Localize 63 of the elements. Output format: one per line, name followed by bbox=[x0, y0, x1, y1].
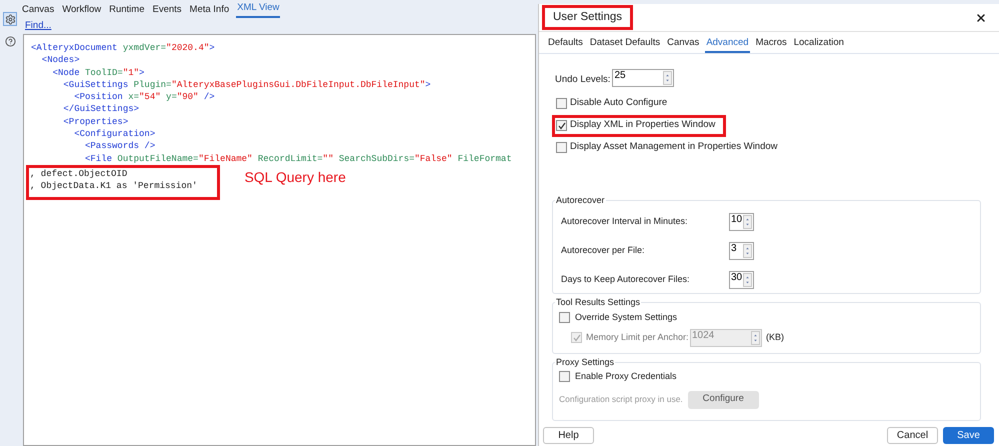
field-label: Autorecover Interval in Minutes: bbox=[561, 215, 689, 228]
group-title: Autorecover bbox=[555, 194, 606, 206]
tab[interactable]: Runtime bbox=[108, 2, 146, 18]
field-label: Days to Keep Autorecover Files: bbox=[561, 273, 691, 286]
checkbox[interactable] bbox=[556, 142, 567, 153]
code-line: <Properties> bbox=[62, 116, 130, 128]
proxy-note: Configuration script proxy in use. bbox=[559, 393, 683, 406]
checkbox[interactable] bbox=[556, 120, 567, 131]
checkbox[interactable] bbox=[559, 371, 570, 382]
checkbox-label: Enable Proxy Credentials bbox=[575, 370, 677, 383]
primary-button[interactable]: Save bbox=[943, 427, 994, 444]
unit-label: (KB) bbox=[766, 330, 784, 344]
code-line: , ObjectData.K1 as 'Permission' bbox=[30, 180, 198, 193]
spin-arrows-icon[interactable] bbox=[751, 330, 760, 344]
field-label: Autorecover per File: bbox=[561, 244, 646, 258]
code-line: <File OutputFileName="FileName" RecordLimit="" SearchSubDirs="False" FileFormat bbox=[84, 152, 513, 165]
code-line: <Passwords /> bbox=[84, 140, 156, 153]
help-icon[interactable] bbox=[3, 34, 17, 48]
checkbox[interactable] bbox=[559, 312, 570, 324]
tab[interactable]: Macros bbox=[754, 36, 788, 54]
find-link[interactable]: Find... bbox=[25, 18, 52, 34]
number-spinner[interactable]: 10 bbox=[729, 213, 754, 231]
tab[interactable]: Advanced bbox=[705, 36, 750, 54]
dialog-button[interactable]: Help bbox=[543, 427, 594, 444]
code-line: <GuiSettings Plugin="AlteryxBasePluginsGui.DbFileInput.DbFileInput"> bbox=[62, 78, 432, 92]
checkbox-label: Display XML in Properties Window bbox=[570, 118, 716, 132]
tab[interactable]: Workflow bbox=[61, 2, 102, 18]
code-line: <Position x="54" y="90" /> bbox=[73, 91, 216, 104]
group-title: Tool Results Settings bbox=[555, 296, 642, 309]
close-icon[interactable] bbox=[975, 12, 987, 24]
tab[interactable]: Canvas bbox=[21, 2, 56, 18]
checkbox[interactable] bbox=[556, 98, 567, 109]
xml-editor[interactable] bbox=[23, 34, 536, 446]
tab[interactable]: Localization bbox=[792, 36, 845, 54]
group-title: Proxy Settings bbox=[555, 356, 616, 369]
number-spinner[interactable]: 3 bbox=[729, 242, 754, 260]
code-line: <Configuration> bbox=[73, 128, 156, 140]
field-label: Undo Levels: bbox=[555, 73, 610, 88]
spin-arrows-icon[interactable] bbox=[743, 273, 752, 287]
undo-levels-spinner[interactable]: 25 bbox=[612, 69, 674, 88]
tab[interactable]: Meta Info bbox=[188, 2, 230, 18]
code-line: <Node ToolID="1"> bbox=[52, 66, 146, 79]
code-line: <Nodes> bbox=[40, 54, 81, 67]
tab[interactable]: Events bbox=[151, 2, 183, 18]
tab[interactable]: Defaults bbox=[547, 36, 584, 54]
checkbox-label: Disable Auto Configure bbox=[570, 96, 668, 110]
tab[interactable]: XML View bbox=[236, 0, 280, 18]
code-line: <AlteryxDocument yxmdVer="2020.4"> bbox=[31, 42, 216, 54]
tab[interactable]: Canvas bbox=[666, 36, 700, 54]
spin-arrows-icon[interactable] bbox=[743, 244, 752, 258]
checkbox-label: Memory Limit per Anchor: bbox=[586, 330, 686, 344]
spin-arrows-icon[interactable] bbox=[663, 71, 672, 86]
code-line: , defect.ObjectOID bbox=[30, 168, 128, 180]
annotation-text: SQL Query here bbox=[244, 168, 346, 187]
settings-icon[interactable] bbox=[3, 12, 17, 26]
checkbox-label: Display Asset Management in Properties Window bbox=[570, 140, 778, 154]
dialog-button[interactable]: Cancel bbox=[887, 427, 938, 444]
checkbox-label: Override System Settings bbox=[575, 311, 678, 324]
number-spinner[interactable]: 30 bbox=[729, 271, 754, 289]
spin-arrows-icon[interactable] bbox=[743, 215, 752, 229]
tab[interactable]: Dataset Defaults bbox=[588, 36, 662, 54]
dialog-title: User Settings bbox=[542, 4, 634, 30]
code-line: </GuiSettings> bbox=[62, 103, 140, 116]
